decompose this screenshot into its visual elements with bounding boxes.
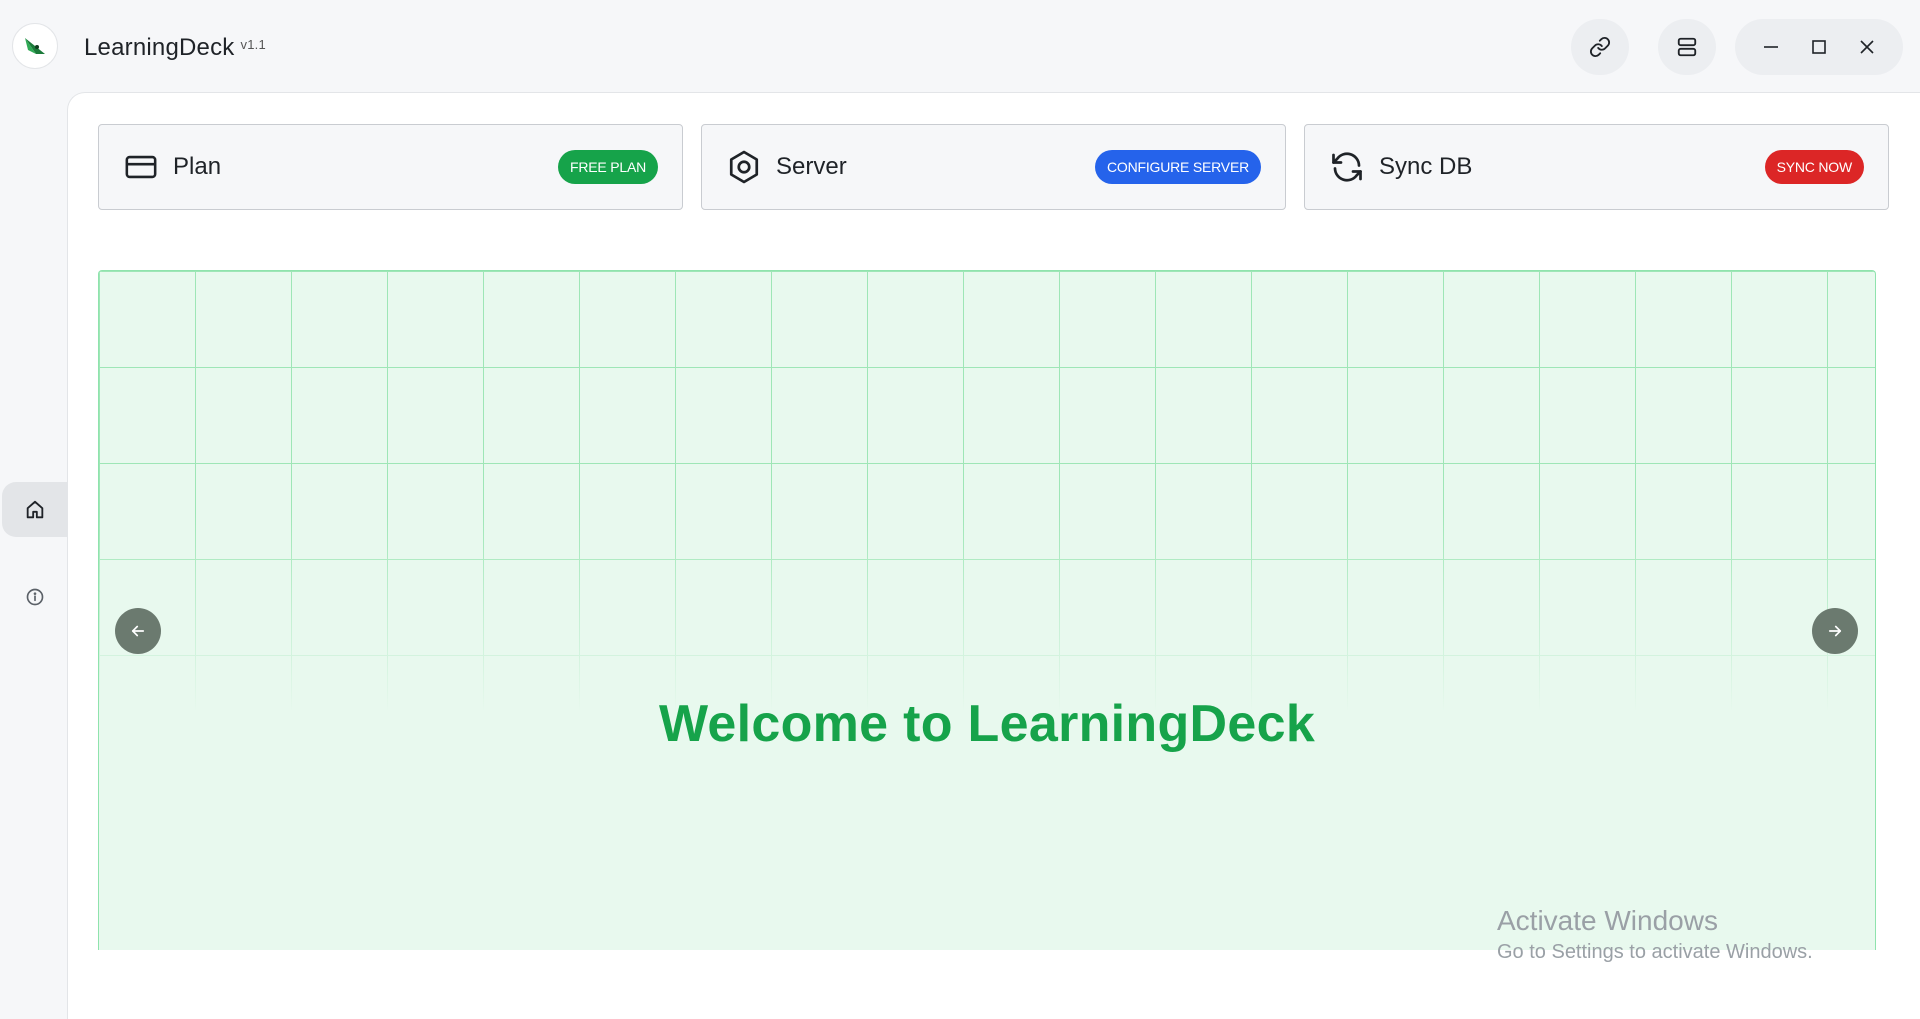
main-panel: Plan FREE PLAN Server CONFIGURE SERVER S…: [67, 92, 1920, 1019]
welcome-title: Welcome to LearningDeck: [658, 695, 1316, 753]
leaf-logo-icon: [25, 38, 45, 54]
server-card-label: Server: [776, 153, 847, 180]
sidebar: [0, 94, 67, 1019]
plan-card-label: Plan: [173, 153, 222, 180]
link-icon: [1589, 36, 1611, 58]
activate-windows-watermark: Activate Windows Go to Settings to activ…: [1497, 905, 1813, 964]
app-logo: [12, 23, 58, 69]
info-icon: [26, 588, 43, 605]
server-icon: [1677, 37, 1697, 57]
app-name: LearningDeck: [84, 34, 235, 61]
close-icon: [1860, 40, 1874, 54]
sidebar-item-about[interactable]: [2, 569, 67, 624]
server-button[interactable]: [1658, 19, 1716, 75]
minimize-button[interactable]: [1751, 27, 1791, 67]
refresh-icon: [1329, 149, 1365, 185]
sidebar-item-home[interactable]: [2, 482, 67, 537]
sync-now-button[interactable]: SYNC NOW: [1764, 150, 1864, 184]
watermark-title: Activate Windows: [1497, 905, 1718, 936]
hexagon-settings-icon: [726, 149, 762, 185]
minimize-icon: [1764, 46, 1778, 48]
welcome-carousel: Welcome to LearningDeck: [98, 270, 1876, 950]
credit-card-icon: [123, 149, 159, 185]
carousel-next-button[interactable]: [1812, 608, 1858, 654]
sync-db-card: Sync DB SYNC NOW: [1304, 124, 1889, 210]
title-bar: LearningDeck v1.1: [0, 0, 1920, 94]
free-plan-button[interactable]: FREE PLAN: [558, 150, 658, 184]
close-button[interactable]: [1847, 27, 1887, 67]
sync-db-card-label: Sync DB: [1379, 153, 1473, 180]
app-title: LearningDeck v1.1: [84, 34, 266, 62]
home-icon: [26, 500, 43, 518]
plan-card: Plan FREE PLAN: [98, 124, 683, 210]
arrow-left-icon: [131, 625, 145, 637]
configure-server-button[interactable]: CONFIGURE SERVER: [1094, 150, 1261, 184]
link-button[interactable]: [1571, 19, 1629, 75]
server-card: Server CONFIGURE SERVER: [701, 124, 1286, 210]
window-controls: [1735, 19, 1903, 75]
arrow-right-icon: [1828, 625, 1842, 637]
carousel-prev-button[interactable]: [115, 608, 161, 654]
maximize-icon: [1812, 40, 1826, 54]
app-version: v1.1: [240, 37, 266, 52]
grid-background: [99, 271, 1875, 711]
maximize-button[interactable]: [1799, 27, 1839, 67]
watermark-subtitle: Go to Settings to activate Windows.: [1497, 941, 1813, 963]
